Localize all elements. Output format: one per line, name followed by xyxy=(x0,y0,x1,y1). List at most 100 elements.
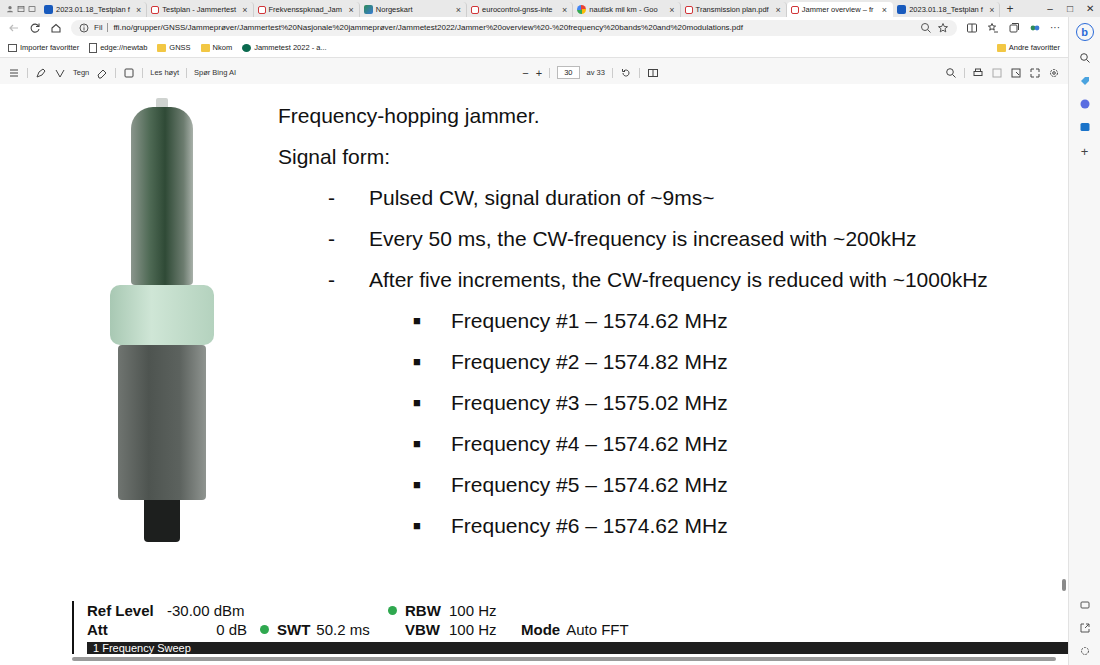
open-external-icon[interactable] xyxy=(1079,622,1091,634)
tab-close-button[interactable]: × xyxy=(881,5,888,15)
read-aloud-button[interactable]: Les høyt xyxy=(150,68,179,77)
fullscreen-icon[interactable] xyxy=(1029,67,1041,79)
highlight-icon[interactable] xyxy=(35,67,47,79)
settings-icon[interactable] xyxy=(1048,67,1060,79)
home-icon[interactable] xyxy=(50,22,62,34)
rotate-icon[interactable] xyxy=(620,67,632,79)
browser-tab[interactable]: Transmission plan.pdf× xyxy=(681,2,787,17)
bullet-item: -After five increments, the CW-frequency… xyxy=(278,259,988,300)
favorite-icon xyxy=(89,43,97,53)
slide-text: Frequency-hopping jammer.Signal form:-Pu… xyxy=(278,95,988,546)
pdf-toolbar: TegnLes høytSpør Bing AI−+30av 33 xyxy=(0,58,1068,84)
attenuation: Att0 dB xyxy=(87,621,247,638)
search-icon[interactable] xyxy=(1079,52,1091,64)
zoom-icon[interactable] xyxy=(920,22,932,34)
frequency-item: ■Frequency #6 – 1574.62 MHz xyxy=(278,505,988,546)
eraser-icon[interactable] xyxy=(96,67,108,79)
tab-actions-icon[interactable] xyxy=(28,3,36,15)
tab-close-button[interactable]: × xyxy=(348,5,355,15)
zoom-in-button[interactable]: + xyxy=(536,67,542,79)
page-number-field[interactable]: 30 xyxy=(557,66,579,79)
tab-close-button[interactable]: × xyxy=(668,5,675,15)
workspaces-icon[interactable] xyxy=(17,3,25,15)
tab-favicon-icon xyxy=(577,5,586,14)
back-arrow-icon[interactable] xyxy=(8,22,20,34)
zoom-out-button[interactable]: − xyxy=(522,67,528,79)
refresh-icon[interactable] xyxy=(29,22,41,34)
favorite-item[interactable]: Nkom xyxy=(201,43,233,52)
outlook-icon[interactable] xyxy=(1079,121,1091,133)
favorite-item[interactable]: Importer favoritter xyxy=(8,43,79,52)
scroll-thumb[interactable] xyxy=(1062,579,1066,591)
shopping-icon[interactable] xyxy=(1079,75,1091,87)
browser-tab[interactable]: Frekvensspknad_Jam× xyxy=(254,2,360,17)
bullet-item: -Pulsed CW, signal duration of ~9ms~ xyxy=(278,177,988,218)
tab-close-button[interactable]: × xyxy=(455,5,462,15)
tab-favicon-icon xyxy=(44,5,53,14)
bullet-item: -Every 50 ms, the CW-frequency is increa… xyxy=(278,218,988,259)
browser-tab[interactable]: eurocontrol-gnss-inte× xyxy=(467,2,573,17)
favorite-item[interactable]: GNSS xyxy=(157,43,190,52)
browser-tab[interactable]: 2023.01.18_Testplan f× xyxy=(893,2,1000,17)
rbw: RBW100 Hz xyxy=(388,602,497,619)
info-icon[interactable] xyxy=(79,23,89,33)
tab-close-button[interactable]: × xyxy=(988,5,995,15)
contents-icon[interactable] xyxy=(8,67,20,79)
extensions-icon[interactable] xyxy=(1029,22,1041,34)
window-control-button[interactable]: – xyxy=(1040,3,1060,14)
browser-tab[interactable]: 2023.01.18_Testplan f× xyxy=(40,2,147,17)
favorites-bar: Importer favoritter edge://newtab GNSS Nkom… xyxy=(0,38,1068,58)
bing-button[interactable]: b xyxy=(1076,23,1094,41)
view-icon[interactable] xyxy=(123,67,135,79)
sweep-window-title: 1 Frequency Sweep xyxy=(87,642,1068,654)
scroll-thumb[interactable] xyxy=(72,657,1056,661)
more-button[interactable]: ··· xyxy=(1050,22,1060,33)
slide-title: Frequency-hopping jammer. xyxy=(278,95,988,136)
frequency-item: ■Frequency #3 – 1575.02 MHz xyxy=(278,382,988,423)
ask-bing-button[interactable]: Spør Bing AI xyxy=(194,68,236,77)
draw-button[interactable]: Tegn xyxy=(73,68,89,77)
print-icon[interactable] xyxy=(972,67,984,79)
window-control-button[interactable]: ✕ xyxy=(1080,3,1100,14)
add-button[interactable]: + xyxy=(1081,144,1089,159)
draw-icon[interactable] xyxy=(54,67,66,79)
browser-tab[interactable]: nautisk mil km - Goo× xyxy=(573,2,680,17)
browser-tab[interactable]: Testplan - Jammertest× xyxy=(147,2,253,17)
window-control-button[interactable]: □ xyxy=(1060,3,1080,14)
frequency-item: ■Frequency #1 – 1574.62 MHz xyxy=(278,300,988,341)
collections-icon[interactable] xyxy=(1008,22,1020,34)
browser-tab[interactable]: Norgeskart× xyxy=(360,2,467,17)
tab-close-button[interactable]: × xyxy=(561,5,568,15)
favorite-item[interactable]: Jammetest 2022 - a... xyxy=(242,43,327,52)
favorites-icon[interactable] xyxy=(987,22,999,34)
new-tab-button[interactable]: + xyxy=(1000,2,1019,16)
other-favorites[interactable]: Andre favoritter xyxy=(997,43,1060,52)
save-icon[interactable] xyxy=(991,67,1003,79)
frequency-item: ■Frequency #2 – 1574.82 MHz xyxy=(278,341,988,382)
tab-close-button[interactable]: × xyxy=(135,5,142,15)
split-screen-icon[interactable] xyxy=(966,22,978,34)
jammer-photo xyxy=(106,95,218,546)
edge-sidebar: b+ xyxy=(1068,17,1100,665)
horizontal-scrollbar[interactable] xyxy=(0,657,1060,663)
favorite-item[interactable]: edge://newtab xyxy=(89,43,147,53)
tab-favicon-icon xyxy=(364,5,373,14)
tab-favicon-icon xyxy=(791,6,799,14)
tools-icon[interactable] xyxy=(1079,98,1091,110)
favorite-icon xyxy=(157,44,166,52)
sidebar-settings-icon[interactable] xyxy=(1079,645,1091,657)
sidebar-toggle-icon[interactable] xyxy=(1079,599,1091,611)
browser-tab[interactable]: Jammer overview – fr× xyxy=(787,2,893,17)
vertical-scrollbar[interactable] xyxy=(1060,84,1068,653)
tab-close-button[interactable]: × xyxy=(775,5,782,15)
profile-icon[interactable] xyxy=(6,3,14,15)
page-view-icon[interactable] xyxy=(647,67,659,79)
save-as-icon[interactable] xyxy=(1010,67,1022,79)
analyzer-header: Ref Level-30.00 dBmRBW100 HzAtt0 dBSWT50… xyxy=(72,601,1068,654)
tab-close-button[interactable]: × xyxy=(241,5,248,15)
search-icon[interactable] xyxy=(945,67,957,79)
star-icon[interactable] xyxy=(937,22,949,34)
slide-subtitle: Signal form: xyxy=(278,136,988,177)
address-field[interactable]: Filffi.no/grupper/GNSS/Jammeprøver/Jamme… xyxy=(71,20,957,36)
sweep-time: SWT50.2 ms xyxy=(247,621,388,638)
